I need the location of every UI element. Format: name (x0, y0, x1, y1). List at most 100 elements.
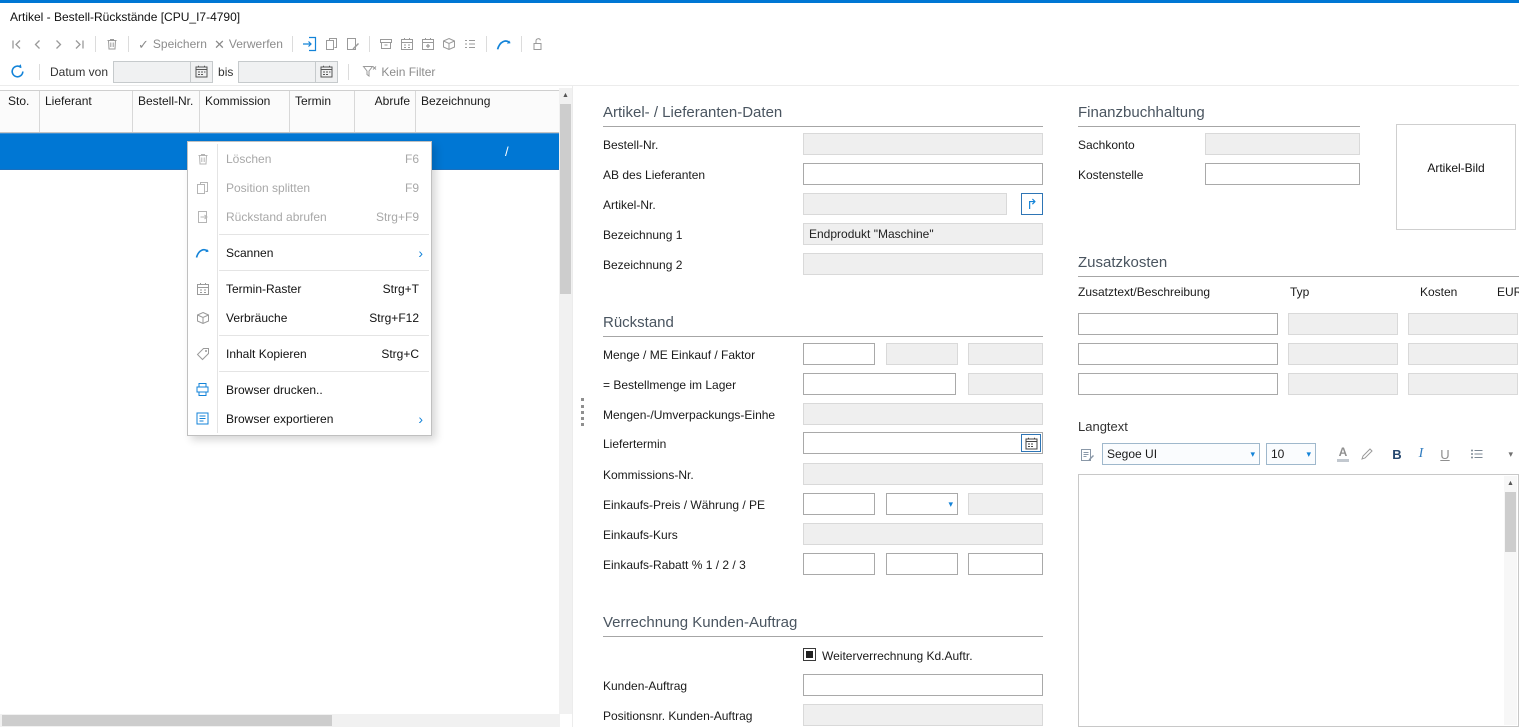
langtext-textarea[interactable]: ▲ (1078, 474, 1519, 727)
no-filter-label: Kein Filter (381, 65, 435, 79)
menu-item-inhalt-kopieren[interactable]: Inhalt Kopieren Strg+C (188, 339, 431, 368)
grid-col-abrufe[interactable]: Abrufe (355, 91, 416, 132)
menu-item-browser-exportieren[interactable]: Browser exportieren › (188, 404, 431, 433)
grid-col-kommission[interactable]: Kommission (200, 91, 290, 132)
next-record-button[interactable] (48, 33, 68, 55)
section-rule (603, 636, 1043, 637)
zusatz-kosten-input-3 (1408, 373, 1518, 395)
menu-item-label: Browser exportieren (226, 412, 414, 426)
prev-record-button[interactable] (27, 33, 47, 55)
toolbar-more-chevron-icon[interactable]: ▾ (1508, 449, 1513, 460)
me-einkauf-input (886, 343, 958, 365)
edit-document-button[interactable] (343, 33, 363, 55)
refresh-button[interactable] (6, 61, 29, 83)
date-to-input[interactable] (238, 61, 316, 83)
scrollbar-thumb[interactable] (1505, 492, 1516, 552)
artikelnr-label: Artikel-Nr. (603, 198, 656, 212)
menu-item-termin-raster[interactable]: Termin-Raster Strg+T (188, 274, 431, 303)
menge-input[interactable] (803, 343, 875, 365)
scan-button[interactable] (493, 33, 515, 55)
lock-button[interactable] (528, 33, 548, 55)
date-from-calendar-button[interactable] (191, 61, 213, 83)
liefertermin-input[interactable] (803, 432, 1043, 454)
grid-horizontal-scrollbar[interactable] (0, 714, 560, 727)
highlight-button[interactable] (1358, 444, 1376, 464)
save-button[interactable]: ✓Speichern (135, 33, 210, 55)
scroll-up-arrow-icon[interactable]: ▲ (559, 88, 572, 102)
zusatz-text-input-2[interactable] (1078, 343, 1278, 365)
rabatt2-input[interactable] (886, 553, 958, 575)
grid-col-bezeichnung[interactable]: Bezeichnung (416, 91, 560, 132)
stock-button[interactable] (439, 33, 459, 55)
calendar-add-button[interactable] (418, 33, 438, 55)
kundenauftrag-label: Kunden-Auftrag (603, 679, 687, 693)
scrollbar-thumb[interactable] (2, 715, 332, 726)
liefertermin-label: Liefertermin (603, 437, 666, 451)
grid-vertical-scrollbar[interactable]: ▲ (559, 88, 572, 714)
waehrung-select[interactable]: ▾ (886, 493, 958, 515)
grid-col-termin[interactable]: Termin (290, 91, 355, 132)
list-button[interactable] (460, 33, 480, 55)
window-title: Artikel - Bestell-Rückstände [CPU_I7-479… (10, 10, 240, 24)
section-title-fibu: Finanzbuchhaltung (1078, 104, 1205, 121)
scroll-up-arrow-icon[interactable]: ▲ (1504, 476, 1517, 490)
calendar-button[interactable] (397, 33, 417, 55)
rabatt1-input[interactable] (803, 553, 875, 575)
weiterverrechnung-checkbox[interactable] (803, 648, 816, 661)
ab-lieferant-input[interactable] (803, 163, 1043, 185)
date-to-calendar-button[interactable] (316, 61, 338, 83)
panel-splitter-handle[interactable] (581, 398, 584, 426)
rabatt3-input[interactable] (968, 553, 1043, 575)
menu-item-position-splitten: Position splitten F9 (188, 173, 431, 202)
delete-button[interactable] (102, 33, 122, 55)
artikel-bild-label: Artikel-Bild (1427, 161, 1484, 229)
date-to-group (238, 61, 338, 83)
kostenstelle-input[interactable] (1205, 163, 1360, 185)
discard-button[interactable]: ✕Verwerfen (211, 33, 286, 55)
first-record-button[interactable] (6, 33, 26, 55)
goto-artikel-button[interactable]: ↱ (1021, 193, 1043, 215)
font-size-select[interactable]: 10▾ (1266, 443, 1316, 465)
zusatz-text-input-3[interactable] (1078, 373, 1278, 395)
bestellmenge-input[interactable] (803, 373, 956, 395)
menu-item-verbraeuche[interactable]: Verbräuche Strg+F12 (188, 303, 431, 332)
menu-item-scannen[interactable]: Scannen › (188, 238, 431, 267)
copy-pages-icon (325, 37, 339, 51)
font-color-bar (1337, 459, 1349, 462)
grid-col-sto[interactable]: Sto. (0, 91, 40, 132)
grid-col-lieferant[interactable]: Lieferant (40, 91, 133, 132)
menu-item-label: Position splitten (226, 181, 405, 195)
edit-note-button[interactable] (1078, 444, 1096, 464)
bold-button[interactable]: B (1388, 444, 1406, 464)
calendar-icon (320, 65, 333, 78)
date-from-group (113, 61, 213, 83)
weiterverrechnung-label: Weiterverrechnung Kd.Auftr. (822, 649, 973, 663)
last-record-button[interactable] (69, 33, 89, 55)
font-color-button[interactable]: A (1334, 444, 1352, 464)
menu-item-rueckstand-abrufen: Rückstand abrufen Strg+F9 (188, 202, 431, 231)
bestellnr-input (803, 133, 1043, 155)
langtext-scrollbar[interactable]: ▲ (1504, 476, 1517, 725)
italic-button[interactable]: I (1412, 444, 1430, 464)
post-button[interactable] (299, 33, 321, 55)
date-to-label: bis (218, 65, 233, 79)
font-family-select[interactable]: Segoe UI▾ (1102, 443, 1260, 465)
bullet-list-button[interactable] (1468, 444, 1486, 464)
zusatz-text-input-1[interactable] (1078, 313, 1278, 335)
grid-col-bestellnr[interactable]: Bestell-Nr. (133, 91, 200, 132)
archive-button[interactable] (376, 33, 396, 55)
section-title-rueckstand: Rückstand (603, 314, 674, 331)
underline-button[interactable]: U (1436, 444, 1454, 464)
menu-item-loeschen: Löschen F6 (188, 144, 431, 173)
kundenauftrag-input[interactable] (803, 674, 1043, 696)
toolbar-separator (95, 36, 96, 52)
menu-item-browser-drucken[interactable]: Browser drucken.. (188, 375, 431, 404)
preis-input[interactable] (803, 493, 875, 515)
date-from-input[interactable] (113, 61, 191, 83)
scrollbar-thumb[interactable] (560, 104, 571, 294)
no-filter-button[interactable]: Kein Filter (359, 61, 438, 83)
liefertermin-calendar-button[interactable] (1021, 434, 1041, 452)
date-from-label: Datum von (50, 65, 108, 79)
einheit-input (803, 403, 1043, 425)
copy-pages-button[interactable] (322, 33, 342, 55)
